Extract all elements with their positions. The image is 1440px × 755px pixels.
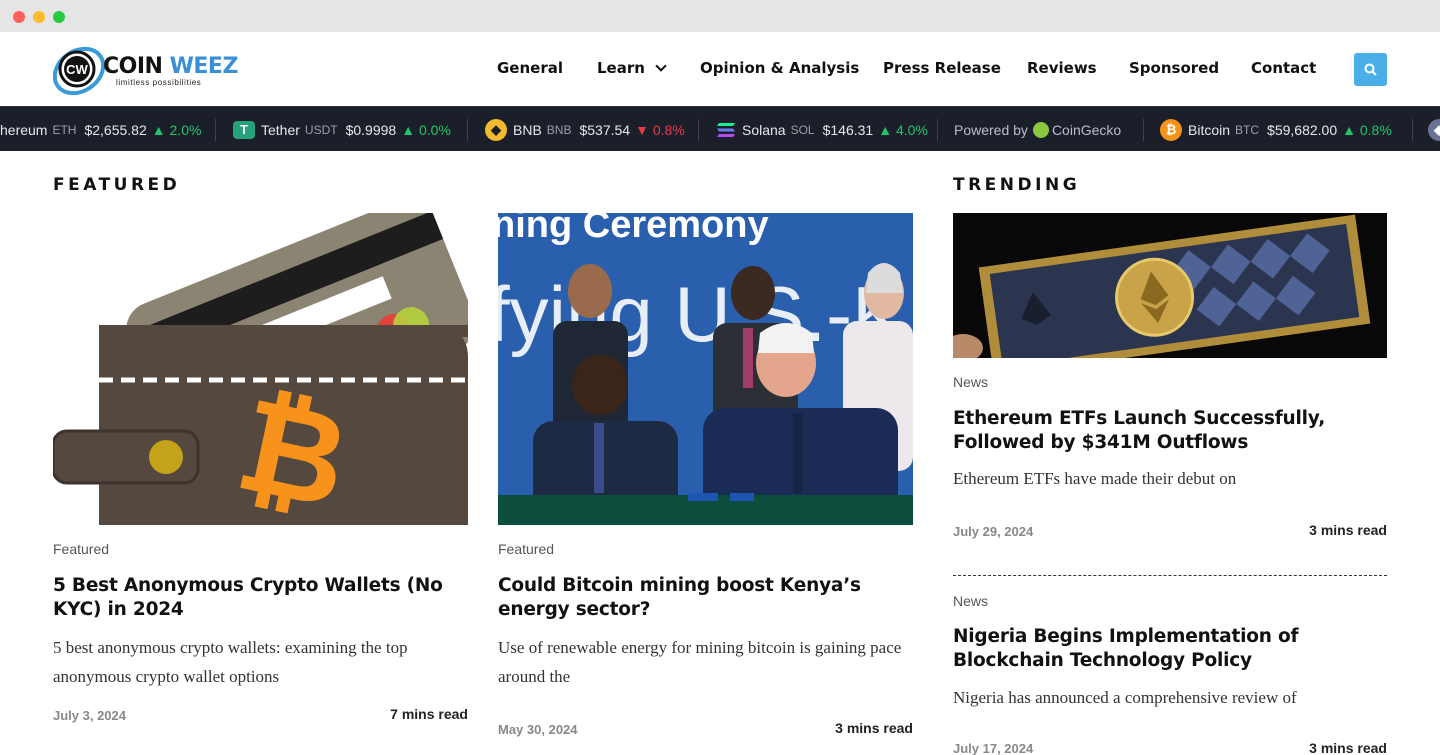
ticker-price: $2,655.82 bbox=[84, 121, 147, 138]
signing-ceremony-photo: ning Ceremony fying U.S.-K bbox=[498, 213, 913, 525]
ticker-item-sol[interactable]: Solana SOL $146.31 ▲ 4.0% bbox=[716, 107, 928, 151]
ticker-name: Tether bbox=[261, 121, 300, 138]
ticker-name: BNB bbox=[513, 121, 542, 138]
ticker-symbol: USDT bbox=[304, 122, 338, 137]
ticker-item-btc[interactable]: ₿ Bitcoin BTC $59,682.00 ▲ 0.8% bbox=[1160, 107, 1392, 151]
powered-by-brand: CoinGecko bbox=[1051, 121, 1122, 138]
solana-icon bbox=[717, 122, 735, 137]
article-title[interactable]: 5 Best Anonymous Crypto Wallets (No KYC)… bbox=[53, 574, 468, 622]
ticker-divider bbox=[467, 119, 468, 141]
browser-titlebar bbox=[0, 0, 1440, 32]
site-header: CW COIN WEEZ limitless possibilities Gen… bbox=[0, 32, 1440, 106]
ethereum-banknote-photo bbox=[953, 213, 1387, 358]
search-icon bbox=[1364, 63, 1377, 76]
powered-by-label: Powered by bbox=[954, 121, 1028, 138]
article-read-time: 7 mins read bbox=[390, 706, 468, 722]
ticker-price: $537.54 bbox=[579, 121, 631, 138]
coingecko-attribution[interactable]: Powered by CoinGecko bbox=[954, 107, 1121, 151]
ticker-item-eth[interactable]: hereum ETH $2,655.82 ▲ 2.0% bbox=[0, 107, 201, 151]
ticker-name: Solana bbox=[742, 121, 786, 138]
article-read-time: 3 mins read bbox=[1309, 522, 1387, 538]
search-button[interactable] bbox=[1354, 53, 1387, 86]
logo-tagline: limitless possibilities bbox=[116, 78, 202, 87]
nav-general[interactable]: General bbox=[497, 59, 563, 77]
ethereum-etf-article-image[interactable] bbox=[953, 213, 1387, 358]
ticker-change: ▲ 2.0% bbox=[151, 121, 202, 138]
article-excerpt: Use of renewable energy for mining bitco… bbox=[498, 638, 902, 686]
ticker-name: hereum bbox=[0, 121, 48, 138]
ticker-symbol: ETH bbox=[52, 122, 77, 137]
ticker-price: $146.31 bbox=[822, 121, 874, 138]
ticker-change: ▲ 0.0% bbox=[401, 121, 451, 138]
article-divider bbox=[953, 575, 1387, 576]
maximize-window-button[interactable] bbox=[53, 11, 65, 23]
ticker-change: ▲ 4.0% bbox=[878, 121, 928, 138]
article-category[interactable]: Featured bbox=[498, 541, 554, 557]
trending-heading: TRENDING bbox=[953, 175, 1081, 195]
article-excerpt: Nigeria has announced a comprehensive re… bbox=[953, 688, 1297, 707]
coingecko-icon bbox=[1032, 121, 1049, 138]
site-logo[interactable]: CW COIN WEEZ limitless possibilities bbox=[53, 40, 243, 100]
featured-heading: FEATURED bbox=[53, 175, 181, 195]
logo-word-coin: COIN bbox=[103, 54, 163, 79]
nav-contact[interactable]: Contact bbox=[1251, 59, 1316, 77]
article-read-time: 3 mins read bbox=[1309, 740, 1387, 755]
article-date: July 3, 2024 bbox=[53, 708, 126, 723]
logo-badge-text: CW bbox=[66, 62, 88, 77]
nav-press-release[interactable]: Press Release bbox=[883, 59, 1001, 77]
article-category[interactable]: News bbox=[953, 374, 988, 390]
kenya-article-image[interactable]: ning Ceremony fying U.S.-K bbox=[498, 213, 913, 525]
price-ticker: hereum ETH $2,655.82 ▲ 2.0% T Tether USD… bbox=[0, 106, 1440, 151]
article-date: July 29, 2024 bbox=[953, 524, 1034, 539]
ticker-symbol: BTC bbox=[1235, 122, 1260, 137]
nav-opinion-analysis[interactable]: Opinion & Analysis bbox=[700, 59, 859, 77]
ticker-name: Bitcoin bbox=[1188, 121, 1231, 138]
article-title[interactable]: Ethereum ETFs Launch Successfully, Follo… bbox=[953, 407, 1387, 455]
ticker-item-bnb[interactable]: ◆ BNB BNB $537.54 ▼ 0.8% bbox=[485, 107, 685, 151]
bnb-icon: ◆ bbox=[485, 118, 507, 141]
ticker-symbol: BNB bbox=[546, 122, 572, 137]
chevron-down-icon bbox=[655, 60, 667, 72]
ticker-price: $0.9998 bbox=[345, 121, 397, 138]
nav-learn[interactable]: Learn bbox=[597, 59, 667, 77]
nav-learn-label: Learn bbox=[597, 59, 645, 77]
ticker-divider bbox=[1143, 119, 1144, 141]
nav-reviews[interactable]: Reviews bbox=[1027, 59, 1097, 77]
article-category[interactable]: News bbox=[953, 593, 988, 609]
close-window-button[interactable] bbox=[13, 11, 25, 23]
ticker-item-next[interactable]: ◆ bbox=[1428, 107, 1440, 151]
ticker-symbol: SOL bbox=[790, 122, 815, 137]
minimize-window-button[interactable] bbox=[33, 11, 45, 23]
tether-icon: T bbox=[233, 120, 255, 139]
ethereum-icon: ◆ bbox=[1428, 118, 1440, 141]
article-date: May 30, 2024 bbox=[498, 722, 578, 737]
article-excerpt: Ethereum ETFs have made their debut on bbox=[953, 469, 1237, 488]
ticker-change: ▲ 0.8% bbox=[1342, 121, 1392, 138]
article-title[interactable]: Nigeria Begins Implementation of Blockch… bbox=[953, 625, 1387, 673]
bitcoin-wallet-illustration: ₿ bbox=[53, 213, 468, 525]
bitcoin-icon: ₿ bbox=[1160, 118, 1182, 141]
article-excerpt: 5 best anonymous crypto wallets: examini… bbox=[53, 638, 408, 686]
article-category[interactable]: Featured bbox=[53, 541, 109, 557]
ticker-divider bbox=[1412, 119, 1413, 141]
article-title[interactable]: Could Bitcoin mining boost Kenya’s energ… bbox=[498, 574, 923, 622]
ticker-divider bbox=[698, 119, 699, 141]
article-date: July 17, 2024 bbox=[953, 741, 1034, 755]
nav-sponsored[interactable]: Sponsored bbox=[1129, 59, 1219, 77]
ticker-price: $59,682.00 bbox=[1267, 121, 1338, 138]
wallet-article-image[interactable]: ₿ bbox=[53, 213, 468, 525]
ticker-divider bbox=[215, 119, 216, 141]
logo-word-weez: WEEZ bbox=[169, 54, 239, 79]
logo-wordmark: COIN WEEZ bbox=[103, 56, 238, 78]
article-read-time: 3 mins read bbox=[835, 720, 913, 736]
photo-banner-text: ning Ceremony bbox=[498, 213, 769, 246]
ticker-divider bbox=[937, 119, 938, 141]
ticker-item-usdt[interactable]: T Tether USDT $0.9998 ▲ 0.0% bbox=[233, 107, 451, 151]
ticker-change: ▼ 0.8% bbox=[635, 121, 685, 138]
